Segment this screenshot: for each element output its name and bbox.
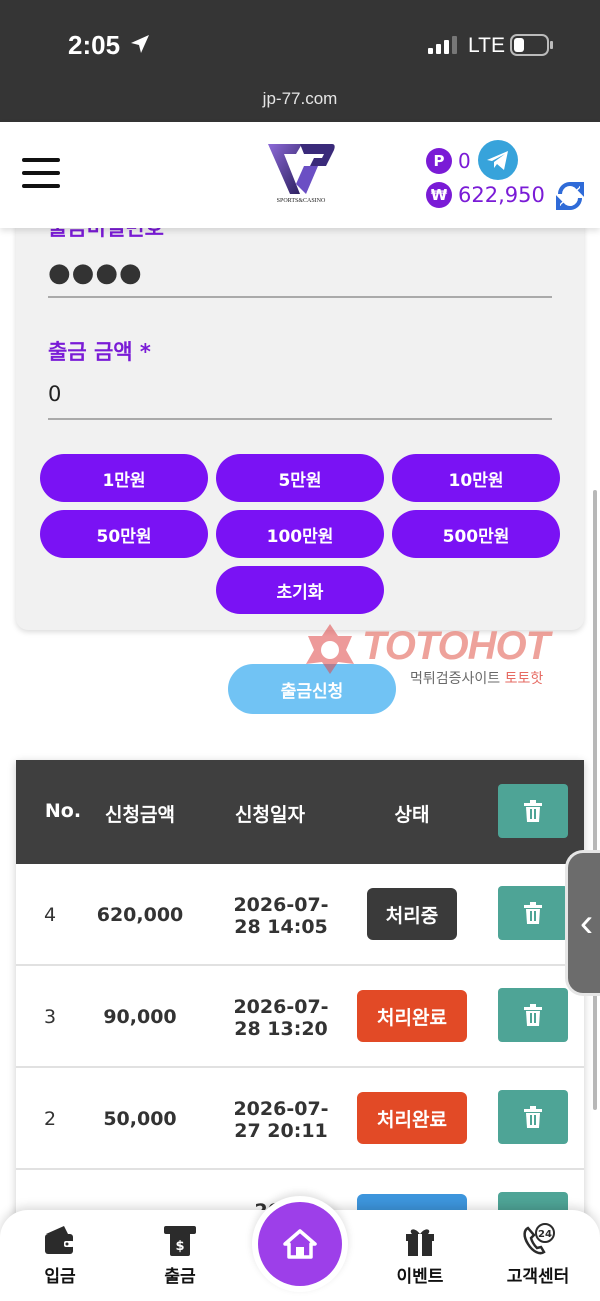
money-value: 622,950: [458, 183, 545, 207]
won-coin-icon: ₩: [426, 182, 452, 208]
delete-all-button[interactable]: [498, 784, 568, 838]
nav-support[interactable]: 24 고객센터: [488, 1222, 588, 1287]
status-badge: 처리중: [367, 888, 457, 940]
logo-mark-icon: [268, 144, 335, 194]
row-date-line1: 2026-07-: [233, 996, 329, 1018]
row-no: 4: [43, 904, 57, 926]
site-logo[interactable]: SPORTS&CASINO: [266, 140, 336, 210]
wallet-icon: [45, 1226, 74, 1254]
nav-support-label: 고객센터: [506, 1267, 570, 1287]
watermark-logo-icon: [306, 624, 354, 674]
row-amount: 50,000: [103, 1108, 177, 1130]
nav-event[interactable]: 이벤트: [370, 1222, 470, 1287]
nav-deposit[interactable]: 입금: [10, 1222, 110, 1287]
amount-10man-button[interactable]: 10만원: [392, 454, 560, 502]
status-badge: 처리완료: [357, 1092, 467, 1144]
site-header: SPORTS&CASINO P 0 ₩ 622,950: [0, 122, 600, 228]
watermark-subtitle: 먹튀검증사이트 토토핫: [410, 668, 543, 688]
table-row: 4 620,000 2026-07- 28 14:05 처리중: [16, 864, 584, 966]
row-date: 2026-07- 28 13:20: [206, 996, 356, 1040]
home-button-inner: [258, 1202, 342, 1286]
watermark-brand: TOTOHOT: [362, 624, 550, 668]
status-badge: 처리완료: [357, 990, 467, 1042]
amount-underline: [48, 418, 552, 420]
row-date: 2026-07- 27 20:11: [206, 1098, 356, 1142]
nav-event-label: 이벤트: [396, 1267, 444, 1287]
password-field[interactable]: ●●●●: [48, 258, 143, 288]
table-header: No. 신청금액 신청일자 상태: [16, 760, 584, 864]
row-date: 2026-07- 28 14:05: [206, 894, 356, 938]
network-type: LTE: [468, 34, 505, 57]
table-row: 2 50,000 2026-07- 27 20:11 처리완료: [16, 1068, 584, 1170]
svg-text:24: 24: [538, 1229, 552, 1240]
atm-icon: $: [164, 1226, 196, 1256]
table-row: 3 90,000 2026-07- 28 13:20 처리완료: [16, 966, 584, 1068]
reset-button[interactable]: 초기화: [216, 566, 384, 614]
row-no: 2: [43, 1108, 57, 1130]
amount-100man-button[interactable]: 100만원: [216, 510, 384, 558]
password-underline: [48, 296, 552, 298]
trash-icon: [524, 1106, 542, 1128]
home-icon: [283, 1229, 317, 1259]
location-arrow-icon: [131, 35, 149, 53]
point-balance: P 0: [426, 148, 471, 174]
trash-icon: [524, 1004, 542, 1026]
amount-label: 출금 금액 *: [48, 340, 151, 364]
point-coin-icon: P: [426, 148, 452, 174]
logo-text: SPORTS&CASINO: [276, 198, 326, 204]
amount-input[interactable]: 0: [48, 382, 348, 406]
row-no: 3: [43, 1006, 57, 1028]
withdraw-history-table: No. 신청금액 신청일자 상태 4 620,000 2026-07- 28 14…: [16, 760, 584, 1230]
telegram-icon[interactable]: [478, 140, 518, 180]
svg-text:$: $: [175, 1239, 184, 1254]
delete-row-button[interactable]: [498, 988, 568, 1042]
battery-icon: [510, 34, 553, 56]
support-24-icon: 24: [523, 1223, 555, 1255]
menu-icon[interactable]: [22, 158, 60, 188]
amount-5man-button[interactable]: 5만원: [216, 454, 384, 502]
row-date-line2: 28 14:05: [234, 916, 328, 938]
point-value: 0: [458, 149, 471, 173]
nav-withdraw[interactable]: $ 출금: [130, 1222, 230, 1287]
status-bar: 2:05 LTE: [0, 0, 600, 84]
nav-deposit-label: 입금: [44, 1267, 76, 1287]
row-date-line2: 28 13:20: [234, 1018, 328, 1040]
amount-500man-button[interactable]: 500만원: [392, 510, 560, 558]
amount-1man-button[interactable]: 1만원: [40, 454, 208, 502]
gift-icon: [406, 1229, 434, 1256]
home-button[interactable]: [252, 1196, 348, 1292]
money-balance: ₩ 622,950: [426, 182, 545, 208]
row-date-line1: 2026-07-: [233, 1098, 329, 1120]
row-date-line2: 27 20:11: [234, 1120, 328, 1142]
signal-icon: [428, 36, 457, 54]
col-date: 신청일자: [235, 804, 305, 826]
delete-row-button[interactable]: [498, 1090, 568, 1144]
refresh-icon[interactable]: [556, 180, 584, 212]
col-status: 상태: [394, 804, 430, 826]
status-time: 2:05: [68, 30, 121, 60]
amount-50man-button[interactable]: 50만원: [40, 510, 208, 558]
trash-icon: [524, 800, 542, 822]
row-date-line1: 2026-07-: [233, 894, 329, 916]
nav-withdraw-label: 출금: [164, 1267, 196, 1287]
col-no: No.: [44, 800, 82, 822]
row-amount: 90,000: [103, 1006, 177, 1028]
url-bar[interactable]: jp-77.com: [0, 84, 600, 122]
delete-row-button[interactable]: [498, 886, 568, 940]
col-amount: 신청금액: [105, 804, 175, 826]
watermark-sub-highlight: 토토핫: [504, 671, 544, 687]
watermark-sub-prefix: 먹튀검증사이트: [410, 671, 501, 687]
scrollbar[interactable]: [593, 490, 597, 1110]
row-amount: 620,000: [96, 904, 184, 926]
side-panel-toggle[interactable]: ‹: [565, 850, 600, 996]
trash-icon: [524, 902, 542, 924]
